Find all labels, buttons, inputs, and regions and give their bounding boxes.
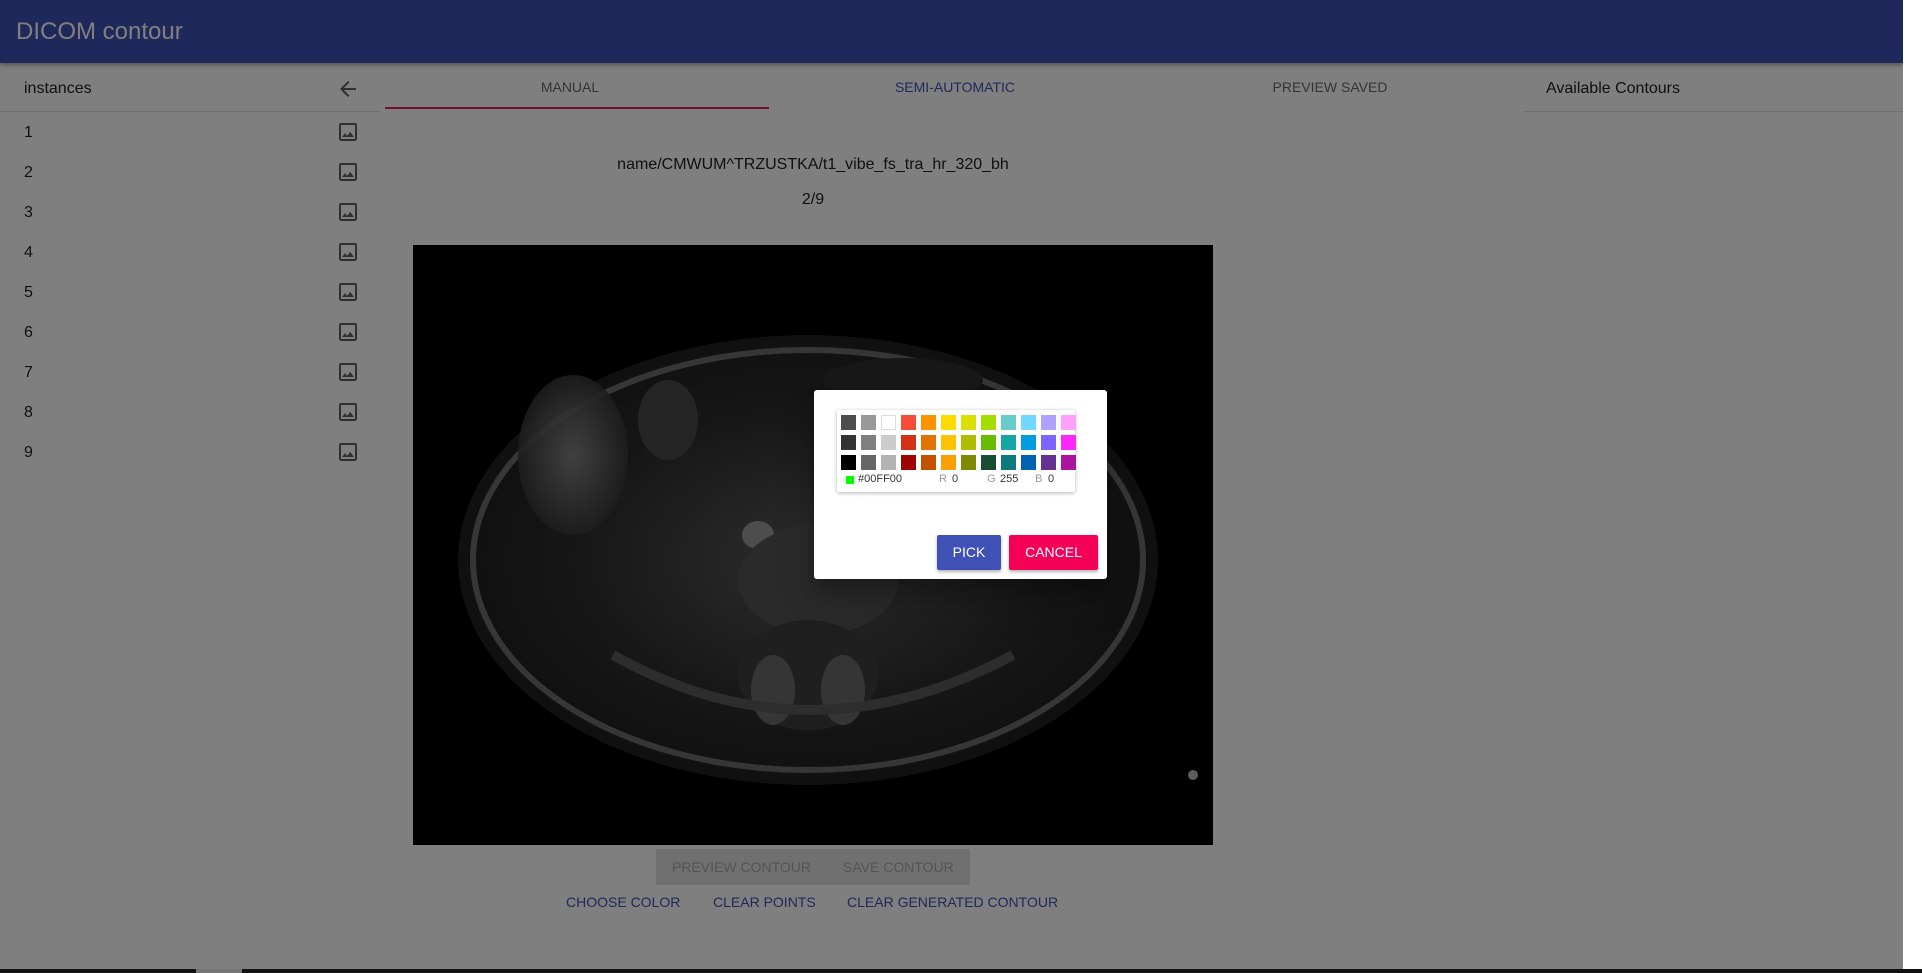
r-label: R bbox=[939, 473, 947, 485]
color-swatch[interactable] bbox=[1061, 435, 1076, 450]
color-swatch[interactable] bbox=[841, 435, 856, 450]
color-swatch[interactable] bbox=[921, 435, 936, 450]
vertical-scrollbar-area bbox=[1903, 0, 1922, 969]
color-swatch[interactable] bbox=[961, 435, 976, 450]
color-swatch[interactable] bbox=[881, 415, 896, 430]
color-swatch[interactable] bbox=[841, 415, 856, 430]
color-swatch[interactable] bbox=[881, 455, 896, 470]
color-swatch[interactable] bbox=[981, 435, 996, 450]
hex-input[interactable]: #00FF00 bbox=[858, 473, 902, 485]
color-swatch[interactable] bbox=[881, 435, 896, 450]
b-input[interactable]: 0 bbox=[1048, 473, 1054, 485]
color-swatch[interactable] bbox=[861, 455, 876, 470]
color-swatch[interactable] bbox=[961, 455, 976, 470]
color-swatch[interactable] bbox=[1001, 435, 1016, 450]
pick-button[interactable]: PICK bbox=[937, 535, 1001, 570]
color-swatch[interactable] bbox=[901, 455, 916, 470]
current-color-swatch bbox=[846, 476, 854, 484]
color-swatch[interactable] bbox=[861, 435, 876, 450]
horizontal-scrollbar[interactable] bbox=[0, 969, 1922, 973]
color-swatch[interactable] bbox=[1041, 455, 1056, 470]
horizontal-scrollbar-thumb[interactable] bbox=[196, 969, 242, 973]
color-swatch[interactable] bbox=[1021, 435, 1036, 450]
color-swatch[interactable] bbox=[941, 415, 956, 430]
g-input[interactable]: 255 bbox=[1000, 473, 1018, 485]
color-swatch[interactable] bbox=[1061, 415, 1076, 430]
cancel-button[interactable]: CANCEL bbox=[1009, 535, 1098, 570]
color-swatch[interactable] bbox=[861, 415, 876, 430]
b-label: B bbox=[1035, 473, 1043, 485]
color-swatch[interactable] bbox=[941, 435, 956, 450]
color-swatch[interactable] bbox=[921, 455, 936, 470]
color-swatch[interactable] bbox=[921, 415, 936, 430]
color-swatch[interactable] bbox=[841, 455, 856, 470]
color-swatch[interactable] bbox=[981, 455, 996, 470]
color-swatch[interactable] bbox=[901, 435, 916, 450]
color-swatch[interactable] bbox=[1041, 435, 1056, 450]
color-swatch[interactable] bbox=[981, 415, 996, 430]
color-swatch[interactable] bbox=[1001, 415, 1016, 430]
color-swatch[interactable] bbox=[1001, 455, 1016, 470]
color-picker-dialog: #00FF00 R 0 G 255 B 0 PICK CANCEL bbox=[814, 390, 1107, 579]
r-input[interactable]: 0 bbox=[952, 473, 958, 485]
g-label: G bbox=[987, 473, 996, 485]
color-swatch[interactable] bbox=[1021, 415, 1036, 430]
color-swatch[interactable] bbox=[1041, 415, 1056, 430]
color-swatch[interactable] bbox=[1021, 455, 1036, 470]
color-swatch[interactable] bbox=[941, 455, 956, 470]
color-swatch[interactable] bbox=[961, 415, 976, 430]
color-picker: #00FF00 R 0 G 255 B 0 bbox=[837, 410, 1076, 492]
color-swatch[interactable] bbox=[901, 415, 916, 430]
color-swatch[interactable] bbox=[1061, 455, 1076, 470]
